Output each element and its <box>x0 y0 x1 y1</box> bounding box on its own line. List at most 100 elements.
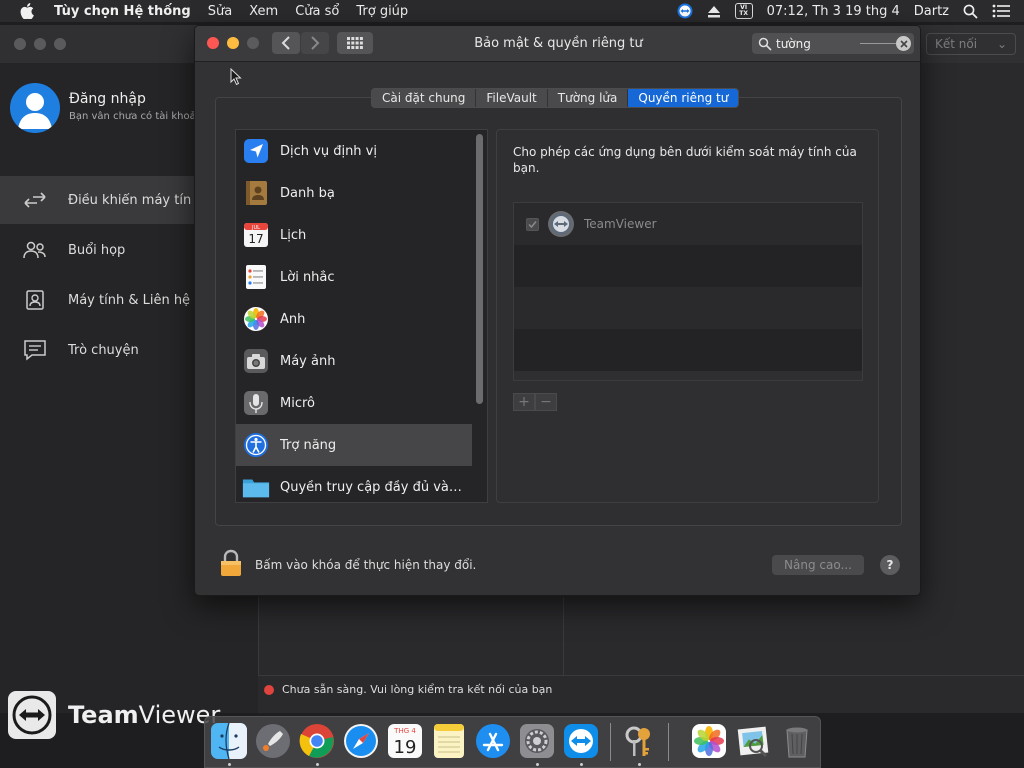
allowed-apps-list: TeamViewer <box>513 202 863 381</box>
menu-edit[interactable]: Sửa <box>208 4 232 19</box>
search-clear-button[interactable] <box>896 36 911 51</box>
tv-nav-label: Điều khiển máy tính từ xa <box>68 192 192 208</box>
avatar <box>10 83 60 133</box>
status-error-dot <box>264 684 274 695</box>
menu-help[interactable]: Trợ giúp <box>356 4 408 19</box>
list-item[interactable]: TeamViewer <box>514 203 862 245</box>
service-item-contacts[interactable]: Danh bạ <box>236 172 472 214</box>
service-item-accessibility[interactable]: Trợ năng <box>236 424 472 466</box>
service-list-scrollbar[interactable] <box>476 134 483 404</box>
service-item-camera[interactable]: Máy ảnh <box>236 340 472 382</box>
remove-app-button[interactable]: − <box>535 393 557 411</box>
dock-separator <box>668 723 669 761</box>
dock-safari-icon[interactable] <box>342 722 380 760</box>
dock-keychain-icon[interactable] <box>620 722 658 760</box>
teamviewer-status-bar: Chưa sẵn sàng. Vui lòng kiểm tra kết nối… <box>258 675 1024 703</box>
search-input[interactable] <box>776 36 856 51</box>
service-label: Micrô <box>280 395 315 411</box>
teamviewer-status-icon[interactable] <box>677 3 693 19</box>
calendar-icon: JUL 17 <box>242 221 270 249</box>
notification-center-icon[interactable] <box>992 4 1010 18</box>
dock-notes-icon[interactable] <box>430 722 468 760</box>
help-button[interactable]: ? <box>880 555 900 575</box>
menu-app-name[interactable]: Tùy chọn Hệ thống <box>54 4 191 19</box>
service-label: Quyền truy cập đầy đủ vào ổ... <box>280 479 466 495</box>
running-indicator <box>580 763 583 766</box>
prefs-titlebar: Bảo mật & quyền riêng tư <box>195 26 920 62</box>
dock-calendar-month: THG 4 <box>393 727 416 735</box>
calendar-month: JUL <box>251 225 260 231</box>
mouse-cursor-icon <box>230 67 242 90</box>
advanced-button[interactable]: Nâng cao... <box>772 555 864 575</box>
search-underline <box>860 43 896 44</box>
app-name: TeamViewer <box>584 217 657 231</box>
search-field[interactable] <box>752 33 914 54</box>
divider <box>563 597 564 675</box>
search-icon <box>758 37 772 51</box>
menu-window[interactable]: Cửa sổ <box>295 4 339 19</box>
contacts-book-icon <box>242 179 270 207</box>
dock-launchpad-icon[interactable] <box>254 722 292 760</box>
service-item-location[interactable]: Dịch vụ định vị <box>236 130 472 172</box>
app-permission-checkbox[interactable] <box>526 217 539 231</box>
dock-chrome-icon[interactable] <box>298 722 336 760</box>
dock: THG 4 19 <box>204 716 821 768</box>
status-text: Chưa sẵn sàng. Vui lòng kiểm tra kết nối… <box>282 683 553 696</box>
app-permission-panel: Cho phép các ứng dụng bên dưới kiểm soát… <box>496 129 879 503</box>
dock-trash-icon[interactable] <box>778 722 816 760</box>
running-indicator <box>536 763 539 766</box>
teamviewer-logo: TeamViewer <box>8 691 220 739</box>
service-item-full-disk-access[interactable]: Quyền truy cập đầy đủ vào ổ... <box>236 466 472 502</box>
dock-calendar-icon[interactable]: THG 4 19 <box>386 722 424 760</box>
running-indicator <box>638 763 641 766</box>
dock-preview-icon[interactable] <box>734 722 772 760</box>
eject-icon[interactable] <box>707 5 721 18</box>
service-label: Lịch <box>280 227 307 243</box>
contacts-icon <box>22 289 48 311</box>
tv-nav-label: Trò chuyện <box>68 342 139 358</box>
add-app-button[interactable]: + <box>513 393 535 411</box>
chevron-down-icon: ⌄ <box>996 37 1007 51</box>
dock-finder-icon[interactable] <box>210 722 248 760</box>
menu-clock[interactable]: 07:12, Th 3 19 thg 4 <box>767 4 900 19</box>
accessibility-icon <box>242 431 270 459</box>
tab-general[interactable]: Cài đặt chung <box>372 89 477 107</box>
add-remove-controls: + − <box>513 393 557 411</box>
tab-privacy[interactable]: Quyền riêng tư <box>628 89 739 107</box>
menu-user[interactable]: Dartz <box>914 4 949 19</box>
dock-system-preferences-icon[interactable] <box>518 722 556 760</box>
service-item-reminders[interactable]: Lời nhắc <box>236 256 472 298</box>
apple-menu-icon[interactable] <box>18 3 36 19</box>
list-item <box>514 329 862 371</box>
dock-app-store-icon[interactable] <box>474 722 512 760</box>
service-label: Lời nhắc <box>280 269 335 285</box>
teamviewer-app-icon <box>548 211 574 237</box>
spotlight-search-icon[interactable] <box>963 4 978 19</box>
menu-bar: Tùy chọn Hệ thống Sửa Xem Cửa sổ Trợ giú… <box>0 0 1024 22</box>
location-icon <box>242 137 270 165</box>
running-indicator <box>228 763 231 766</box>
service-label: Máy ảnh <box>280 353 336 369</box>
dock-teamviewer-icon[interactable] <box>562 722 600 760</box>
lock-hint-text: Bấm vào khóa để thực hiện thay đổi. <box>255 558 477 572</box>
photos-icon <box>242 305 270 333</box>
tab-filevault[interactable]: FileVault <box>476 89 548 107</box>
list-item <box>514 287 862 329</box>
service-item-calendar[interactable]: JUL 17 Lịch <box>236 214 472 256</box>
reminders-icon <box>242 263 270 291</box>
dock-photos-icon[interactable] <box>690 722 728 760</box>
tab-firewall[interactable]: Tường lửa <box>548 89 629 107</box>
input-source-line2: TX <box>739 10 748 17</box>
list-item <box>514 245 862 287</box>
service-item-photos[interactable]: Ảnh <box>236 298 472 340</box>
menu-view[interactable]: Xem <box>249 4 278 19</box>
lock-icon[interactable] <box>219 549 243 577</box>
tab-bar: Cài đặt chung FileVault Tường lửa Quyền … <box>371 88 740 108</box>
service-label: Dịch vụ định vị <box>280 143 377 159</box>
service-item-microphone[interactable]: Micrô <box>236 382 472 424</box>
teamviewer-window-controls[interactable] <box>14 38 66 50</box>
running-indicator <box>316 763 319 766</box>
microphone-icon <box>242 389 270 417</box>
teamviewer-connect-button[interactable]: Kết nối ⌄ <box>926 33 1016 55</box>
input-source-icon[interactable]: VI TX <box>734 3 753 19</box>
